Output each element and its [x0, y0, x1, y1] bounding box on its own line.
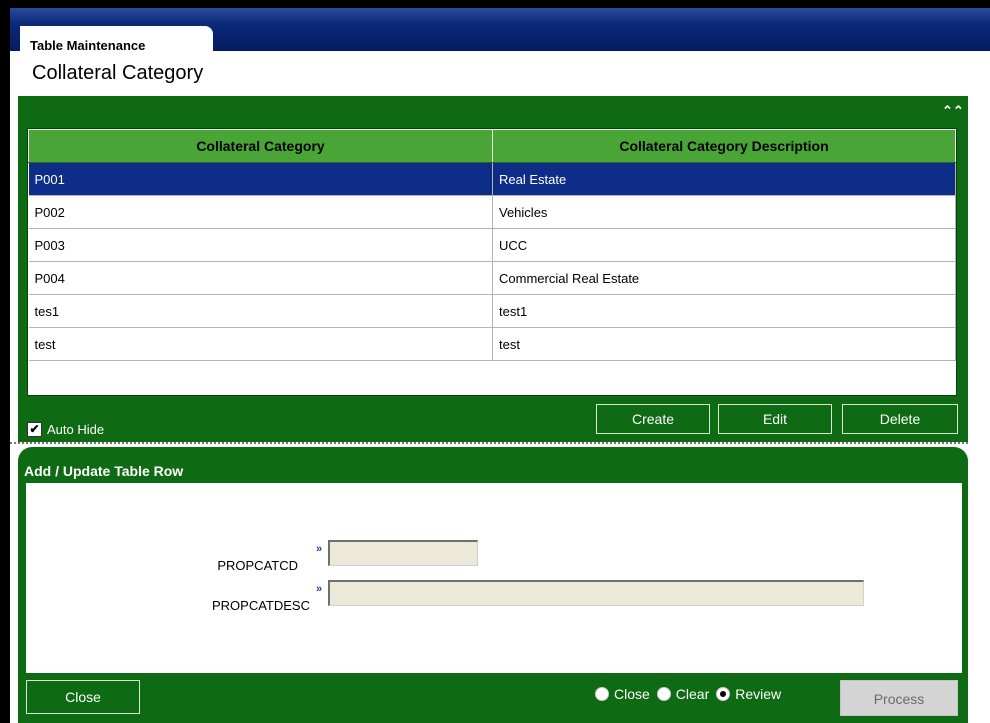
radio-review[interactable]: [716, 687, 731, 701]
edit-panel: Add / Update Table Row PROPCATCD » PROPC…: [18, 447, 968, 723]
cell-category-description: test: [492, 327, 956, 361]
radio-clear[interactable]: [656, 687, 671, 701]
cell-category-description: Real Estate: [492, 162, 956, 196]
column-header-description[interactable]: Collateral Category Description: [492, 129, 956, 163]
cell-category-code: P001: [28, 162, 493, 196]
table-row[interactable]: P004 Commercial Real Estate: [28, 261, 956, 295]
table-row[interactable]: P002 Vehicles: [28, 195, 956, 229]
table-row[interactable]: P001 Real Estate: [28, 162, 956, 196]
window-frame-left: [0, 0, 10, 723]
propcatcd-arrow-icon: »: [316, 543, 323, 555]
auto-hide-toggle[interactable]: ✔ Auto Hide: [27, 422, 104, 437]
cell-category-code: P004: [28, 261, 493, 295]
propcatcd-input[interactable]: [328, 540, 478, 566]
radio-close-label: Close: [614, 686, 650, 702]
cell-category-code: P003: [28, 228, 493, 262]
radio-review-label: Review: [735, 686, 782, 702]
cell-category-code: tes1: [28, 294, 493, 328]
propcatdesc-label: PROPCATDESC: [212, 598, 310, 613]
auto-hide-label: Auto Hide: [47, 422, 105, 437]
table-row[interactable]: P003 UCC: [28, 228, 956, 262]
grid-container: Collateral Category Collateral Category …: [27, 128, 957, 396]
close-button[interactable]: Close: [26, 680, 140, 714]
edit-form: PROPCATCD » PROPCATDESC »: [26, 483, 962, 673]
process-button[interactable]: Process: [840, 680, 958, 716]
delete-button[interactable]: Delete: [842, 404, 958, 434]
table-header-row: Collateral Category Collateral Category …: [28, 129, 956, 163]
propcatcd-label: PROPCATCD: [217, 558, 298, 573]
create-button[interactable]: Create: [596, 404, 710, 434]
cell-category-description: Vehicles: [492, 195, 956, 229]
column-header-category[interactable]: Collateral Category: [28, 129, 493, 163]
table-row[interactable]: test test: [28, 327, 956, 361]
cell-category-code: test: [28, 327, 493, 361]
table-row[interactable]: tes1 test1: [28, 294, 956, 328]
auto-hide-checkbox[interactable]: ✔: [27, 422, 42, 437]
grid-panel: ⌃⌃ Collateral Category Collateral Catego…: [18, 96, 968, 442]
tab-bar: Table Maintenance: [10, 8, 990, 59]
action-radio-group: Close Clear Review: [588, 686, 781, 702]
edit-panel-title: Add / Update Table Row: [24, 463, 184, 479]
radio-clear-label: Clear: [675, 686, 710, 702]
propcatdesc-arrow-icon: »: [316, 583, 323, 595]
page-title: Collateral Category: [32, 62, 204, 84]
tab-table-maintenance[interactable]: Table Maintenance: [20, 26, 213, 59]
cell-category-description: Commercial Real Estate: [492, 261, 956, 295]
window-frame-top: [0, 0, 990, 8]
edit-button[interactable]: Edit: [718, 404, 832, 434]
cell-category-description: UCC: [492, 228, 956, 262]
propcatdesc-input[interactable]: [328, 580, 864, 606]
collapse-icon[interactable]: ⌃⌃: [942, 104, 964, 118]
cell-category-code: P002: [28, 195, 493, 229]
panel-divider[interactable]: [10, 442, 970, 444]
radio-close[interactable]: [595, 687, 609, 701]
collateral-category-table: Collateral Category Collateral Category …: [28, 129, 956, 361]
cell-category-description: test1: [492, 294, 956, 328]
